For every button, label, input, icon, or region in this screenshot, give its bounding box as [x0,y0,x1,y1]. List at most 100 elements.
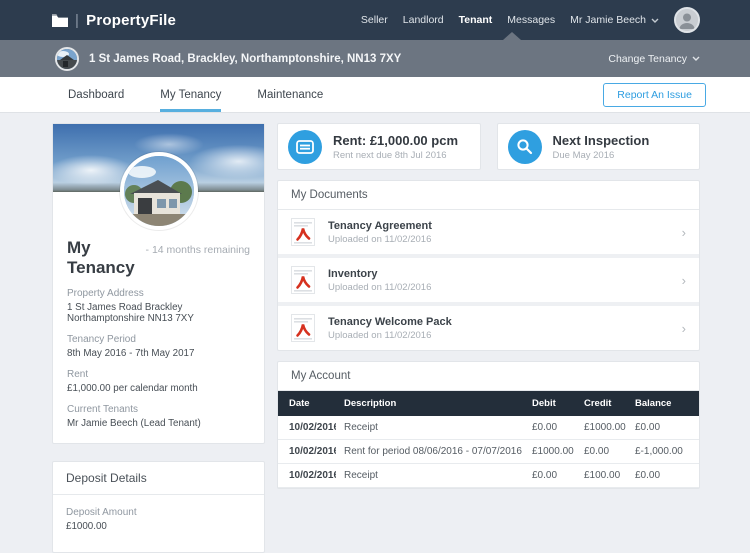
my-documents-title: My Documents [278,181,699,210]
person-icon [676,9,698,31]
my-documents-panel: My Documents Tenancy Agreement Uploaded … [277,180,700,351]
chevron-right-icon: › [682,274,686,287]
table-row: 10/02/2016 Receipt £0.00 £1000.00 £0.00 [278,416,699,440]
tenancy-card-title: My Tenancy [67,238,140,278]
cell-date: 10/02/2016 [278,464,336,488]
table-row: 10/02/2016 Rent for period 08/06/2016 - … [278,440,699,464]
top-nav: Seller Landlord Tenant Messages Mr Jamie… [361,7,700,33]
property-address: 1 St James Road, Brackley, Northamptonsh… [89,53,401,65]
deposit-details-card: Deposit Details Deposit Amount £1000.00 [52,461,265,553]
credit-card-icon [296,140,314,154]
cell-description: Receipt [336,464,524,488]
report-an-issue-button[interactable]: Report An Issue [603,83,706,107]
property-thumbnail [55,47,79,71]
account-table: Date Description Debit Credit Balance 10… [278,391,699,488]
deposit-card-body: Deposit Amount £1000.00 [53,495,264,552]
document-meta: Uploaded on 11/02/2016 [328,234,432,245]
cell-debit: £1000.00 [524,440,576,464]
column-header-date: Date [278,391,336,416]
cell-description: Rent for period 08/06/2016 - 07/07/2016 [336,440,524,464]
field-value: 1 St James Road Brackley Northamptonshir… [67,302,250,324]
stat-cards-row: Rent: £1,000.00 pcm Rent next due 8th Ju… [277,123,700,170]
cell-balance: £-1,000.00 [627,440,699,464]
property-bar: 1 St James Road, Brackley, Northamptonsh… [0,40,750,77]
tenant-pointer [503,32,521,40]
field-label: Current Tenants [67,404,250,415]
nav-item-messages[interactable]: Messages [507,14,555,26]
column-header-balance: Balance [627,391,699,416]
document-meta: Uploaded on 11/02/2016 [328,282,431,293]
rent-icon-circle [288,130,322,164]
rent-stat-subtitle: Rent next due 8th Jul 2016 [333,150,458,161]
inspection-stat-text: Next Inspection Due May 2016 [553,133,650,161]
tenancy-summary-card: My Tenancy - 14 months remaining Propert… [52,123,265,444]
field-value: Mr Jamie Beech (Lead Tenant) [67,418,250,429]
field-value: £1,000.00 per calendar month [67,383,250,394]
deposit-card-title: Deposit Details [53,462,264,495]
document-row-tenancy-welcome-pack[interactable]: Tenancy Welcome Pack Uploaded on 11/02/2… [278,306,699,350]
right-column: Rent: £1,000.00 pcm Rent next due 8th Ju… [277,123,700,489]
field-property-address: Property Address 1 St James Road Brackle… [67,288,250,324]
nav-item-landlord[interactable]: Landlord [403,14,444,26]
rent-stat-text: Rent: £1,000.00 pcm Rent next due 8th Ju… [333,133,458,161]
field-label: Rent [67,369,250,380]
pdf-icon [291,218,315,246]
pdf-icon [291,314,315,342]
cell-credit: £0.00 [576,440,627,464]
pdf-icon [291,266,315,294]
user-name: Mr Jamie Beech [570,14,646,26]
document-text: Inventory Uploaded on 11/02/2016 [328,268,431,293]
inspection-stat-card: Next Inspection Due May 2016 [497,123,701,170]
top-navigation-bar: | PropertyFile Seller Landlord Tenant Me… [0,0,750,40]
chevron-right-icon: › [682,322,686,335]
cell-date: 10/02/2016 [278,416,336,440]
left-column: My Tenancy - 14 months remaining Propert… [52,123,265,553]
column-header-credit: Credit [576,391,627,416]
tab-dashboard[interactable]: Dashboard [68,77,124,112]
main-content: My Tenancy - 14 months remaining Propert… [0,113,750,553]
inspection-stat-subtitle: Due May 2016 [553,150,650,161]
deposit-amount-value: £1000.00 [66,521,251,532]
field-rent: Rent £1,000.00 per calendar month [67,369,250,394]
inspection-icon-circle [508,130,542,164]
tab-maintenance[interactable]: Maintenance [257,77,323,112]
document-text: Tenancy Welcome Pack Uploaded on 11/02/2… [328,316,452,341]
house-thumb-image [57,49,77,69]
house-photo-image [124,156,194,226]
rent-stat-title: Rent: £1,000.00 pcm [333,133,458,148]
brand-name: PropertyFile [86,12,176,29]
chevron-down-icon [692,56,700,61]
field-current-tenants: Current Tenants Mr Jamie Beech (Lead Ten… [67,404,250,429]
avatar[interactable] [674,7,700,33]
folder-icon [52,14,68,27]
tab-my-tenancy[interactable]: My Tenancy [160,77,221,112]
field-label: Property Address [67,288,250,299]
user-menu[interactable]: Mr Jamie Beech [570,14,659,26]
document-name: Tenancy Agreement [328,220,432,232]
document-meta: Uploaded on 11/02/2016 [328,330,452,341]
change-tenancy-label: Change Tenancy [608,53,687,65]
document-name: Inventory [328,268,431,280]
field-label: Tenancy Period [67,334,250,345]
table-row: 10/02/2016 Receipt £0.00 £100.00 £0.00 [278,464,699,488]
cell-debit: £0.00 [524,416,576,440]
document-row-inventory[interactable]: Inventory Uploaded on 11/02/2016 › [278,258,699,306]
cell-date: 10/02/2016 [278,440,336,464]
cell-credit: £100.00 [576,464,627,488]
document-row-tenancy-agreement[interactable]: Tenancy Agreement Uploaded on 11/02/2016… [278,210,699,258]
cell-credit: £1000.00 [576,416,627,440]
brand-logo[interactable]: | PropertyFile [52,12,176,29]
cell-description: Receipt [336,416,524,440]
my-account-title: My Account [278,362,699,391]
tenancy-remaining: - 14 months remaining [146,244,250,256]
document-text: Tenancy Agreement Uploaded on 11/02/2016 [328,220,432,245]
nav-item-tenant[interactable]: Tenant [459,14,493,26]
cell-balance: £0.00 [627,464,699,488]
change-tenancy-dropdown[interactable]: Change Tenancy [608,53,700,65]
account-table-header-row: Date Description Debit Credit Balance [278,391,699,416]
rent-stat-card: Rent: £1,000.00 pcm Rent next due 8th Ju… [277,123,481,170]
brand-separator: | [75,12,79,29]
inspection-stat-title: Next Inspection [553,133,650,148]
nav-item-seller[interactable]: Seller [361,14,388,26]
field-value: 8th May 2016 - 7th May 2017 [67,348,250,359]
